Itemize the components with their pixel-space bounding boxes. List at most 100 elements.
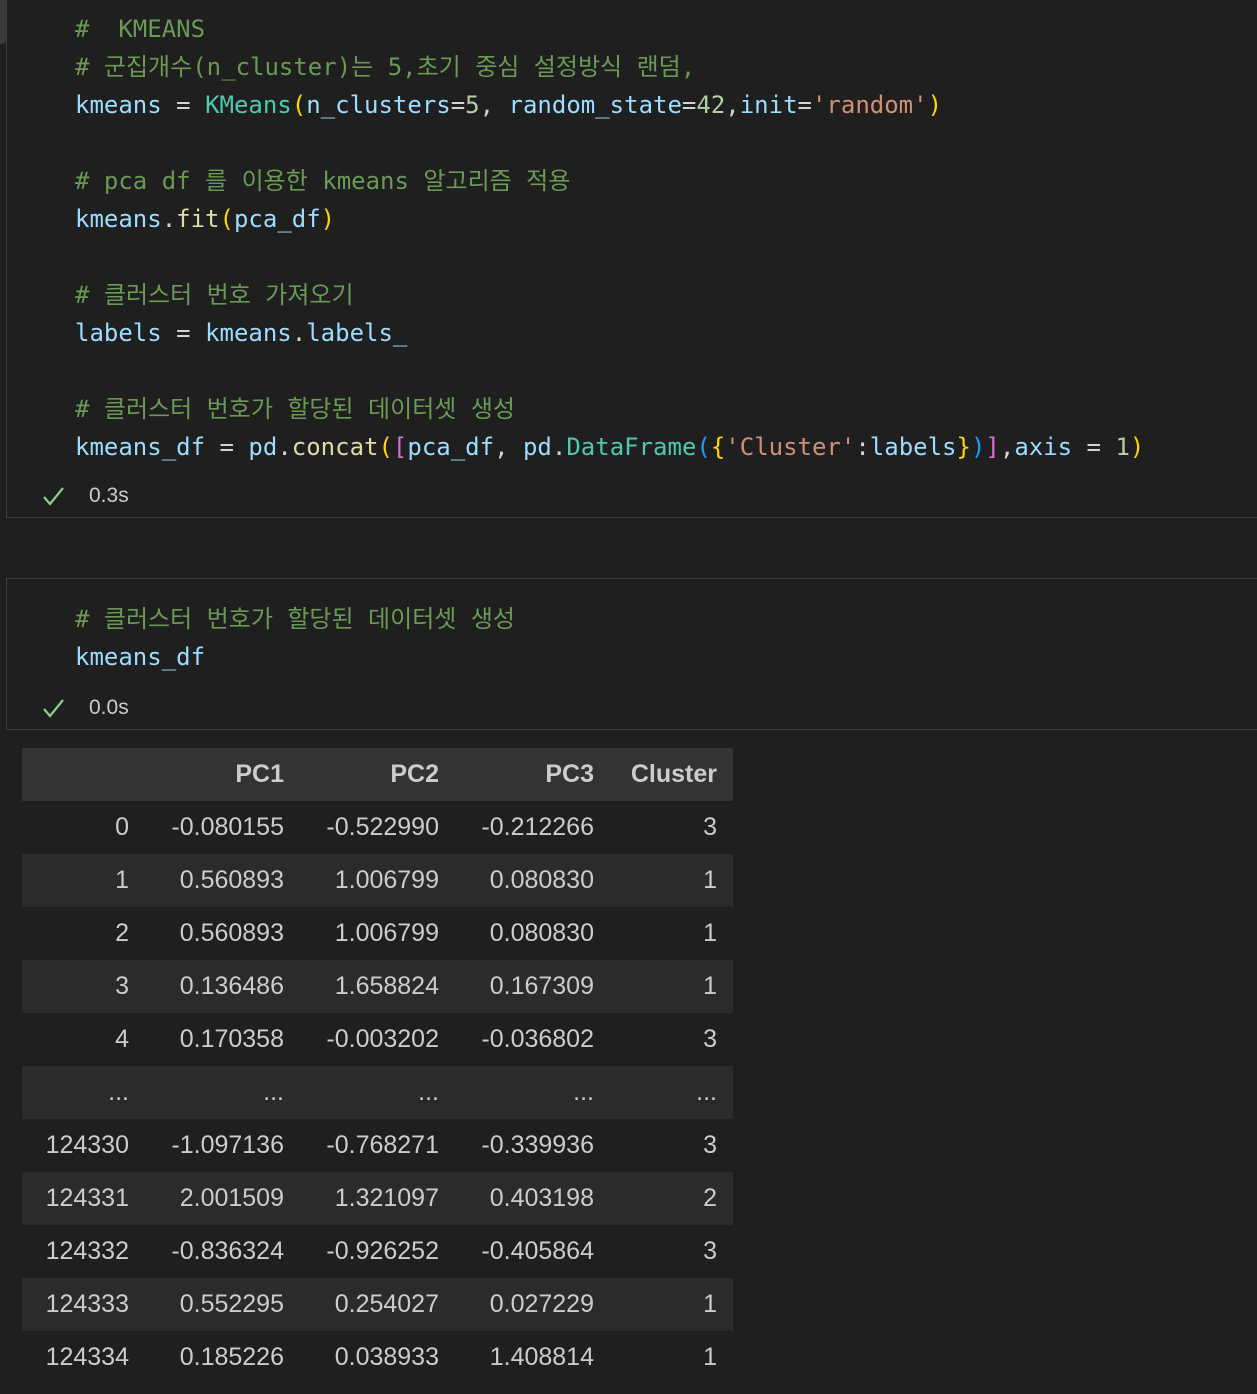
code-token: axis (1014, 433, 1073, 461)
code-token: labels_ (306, 319, 408, 347)
code-token: # 클러스터 번호가 할당된 데이터셋 생성 (75, 605, 515, 633)
code-token: DataFrame (566, 433, 697, 461)
code-line[interactable] (75, 124, 1144, 162)
code-line[interactable]: kmeans.fit(pca_df) (75, 200, 1144, 238)
code-token: , (479, 91, 509, 119)
table-cell: -0.405864 (481, 1237, 594, 1265)
code-token: KMeans (205, 91, 292, 119)
code-token: concat (291, 433, 379, 461)
code-token: , (725, 91, 740, 119)
code-token: 'random' (811, 91, 928, 119)
code-line[interactable] (75, 352, 1144, 390)
code-line[interactable]: # 클러스터 번호가 할당된 데이터셋 생성 (75, 600, 515, 638)
table-row: 1 0.560893 1.006799 0.080830 1 (22, 854, 733, 907)
code-cell-1[interactable]: # KMEANS # 군집개수(n_cluster)는 5,초기 중심 설정방식 … (6, 0, 1257, 518)
code-cell-2[interactable]: # 클러스터 번호가 할당된 데이터셋 생성 kmeans_df 0.0s (6, 578, 1257, 730)
code-line[interactable]: kmeans_df = pd.concat([pca_df, pd.DataFr… (75, 428, 1144, 466)
table-cell: 1.006799 (334, 919, 439, 947)
code-token: . (291, 319, 307, 347)
table-cell: ... (418, 1078, 439, 1106)
table-row: 4 0.170358 -0.003202 -0.036802 3 (22, 1013, 733, 1066)
table-cell: -1.097136 (171, 1131, 284, 1159)
table-cell: 2.001509 (179, 1184, 284, 1212)
table-cell: 0.403198 (489, 1184, 594, 1212)
table-row: 124334 0.185226 0.038933 1.408814 1 (22, 1331, 733, 1384)
code-token: random_state (508, 91, 682, 119)
code-line[interactable]: # 클러스터 번호가 할당된 데이터셋 생성 (75, 390, 1144, 428)
code-line[interactable]: # pca df 를 이용한 kmeans 알고리즘 적용 (75, 162, 1144, 200)
code-line[interactable]: # 클러스터 번호 가져오기 (75, 276, 1144, 314)
row-index-cell: 0 (115, 813, 129, 841)
table-cell: 1.408814 (489, 1343, 594, 1371)
table-cell: 0.038933 (334, 1343, 439, 1371)
code-token: # 군집개수(n_cluster)는 5,초기 중심 설정방식 랜덤, (75, 53, 696, 81)
code-token: . (161, 205, 177, 233)
code-line[interactable]: # KMEANS (75, 10, 1144, 48)
row-index-cell: 2 (115, 919, 129, 947)
code-token: 1 (1115, 433, 1130, 461)
table-cell: 0.170358 (179, 1025, 284, 1053)
code-token: . (277, 433, 292, 461)
execution-status: 0.3s (39, 481, 129, 511)
code-token: pd (522, 433, 552, 461)
table-cell: 0.136486 (179, 972, 284, 1000)
column-header: Cluster (602, 748, 733, 801)
table-cell: -0.836324 (171, 1237, 284, 1265)
code-token: ) (970, 433, 986, 461)
code-token: [ (392, 433, 408, 461)
table-cell: 1 (703, 1290, 717, 1318)
code-editor[interactable]: # 클러스터 번호가 할당된 데이터셋 생성 kmeans_df (75, 600, 515, 676)
table-cell: -0.036802 (481, 1025, 594, 1053)
row-index-cell: 1 (115, 866, 129, 894)
code-line[interactable]: # 군집개수(n_cluster)는 5,초기 중심 설정방식 랜덤, (75, 48, 1144, 86)
code-token: : (855, 433, 870, 461)
code-token: = (161, 319, 206, 347)
code-editor[interactable]: # KMEANS # 군집개수(n_cluster)는 5,초기 중심 설정방식 … (75, 10, 1144, 466)
code-token: ( (291, 91, 307, 119)
row-index-cell: 124333 (45, 1290, 129, 1318)
table-cell: -0.926252 (326, 1237, 439, 1265)
table-cell: 1 (703, 972, 717, 1000)
table-cell: 3 (703, 813, 717, 841)
code-token: ) (927, 91, 943, 119)
check-icon (43, 487, 64, 506)
table-body: 0 -0.080155 -0.522990 -0.212266 3 1 0.560893 1.… (22, 801, 733, 1384)
execution-time: 0.3s (89, 484, 129, 507)
code-token: 5 (465, 91, 480, 119)
code-token: ( (219, 205, 234, 233)
code-token: init (739, 91, 798, 119)
table-cell: 0.254027 (334, 1290, 439, 1318)
table-cell: -0.003202 (326, 1025, 439, 1053)
table-cell: 3 (703, 1025, 717, 1053)
code-token: labels (75, 319, 162, 347)
code-token: # 클러스터 번호 가져오기 (75, 281, 354, 309)
code-token: n_clusters (306, 91, 451, 119)
table-cell: 1.006799 (334, 866, 439, 894)
code-token: ( (696, 433, 711, 461)
code-line[interactable] (75, 238, 1144, 276)
column-header: PC1 (137, 748, 292, 801)
table-row: 124333 0.552295 0.254027 0.027229 1 (22, 1278, 733, 1331)
check-icon (43, 699, 64, 718)
table-row: 124331 2.001509 1.321097 0.403198 2 (22, 1172, 733, 1225)
code-token: ] (985, 433, 1000, 461)
table-row: 2 0.560893 1.006799 0.080830 1 (22, 907, 733, 960)
dataframe-output-table: PC1 PC2 PC3 Cluster 0 -0.080155 -0.522990 -… (22, 748, 733, 1384)
table-cell: -0.768271 (326, 1131, 439, 1159)
code-line[interactable]: kmeans = KMeans(n_clusters=5, random_sta… (75, 86, 1144, 124)
table-cell: 0.185226 (179, 1343, 284, 1371)
execution-time: 0.0s (89, 696, 129, 719)
table-cell: 0.080830 (489, 919, 594, 947)
table-cell: -0.212266 (481, 813, 594, 841)
table-cell: 1 (703, 1343, 717, 1371)
code-token: kmeans (75, 205, 162, 233)
table-cell: 0.560893 (179, 919, 284, 947)
table-cell: -0.339936 (481, 1131, 594, 1159)
table-cell: 2 (703, 1184, 717, 1212)
code-token: ( (378, 433, 393, 461)
table-cell: -0.522990 (326, 813, 439, 841)
row-index-cell: 124334 (45, 1343, 129, 1371)
code-line[interactable]: kmeans_df (75, 638, 515, 676)
table-row: ............... (22, 1066, 733, 1119)
code-line[interactable]: labels = kmeans.labels_ (75, 314, 1144, 352)
